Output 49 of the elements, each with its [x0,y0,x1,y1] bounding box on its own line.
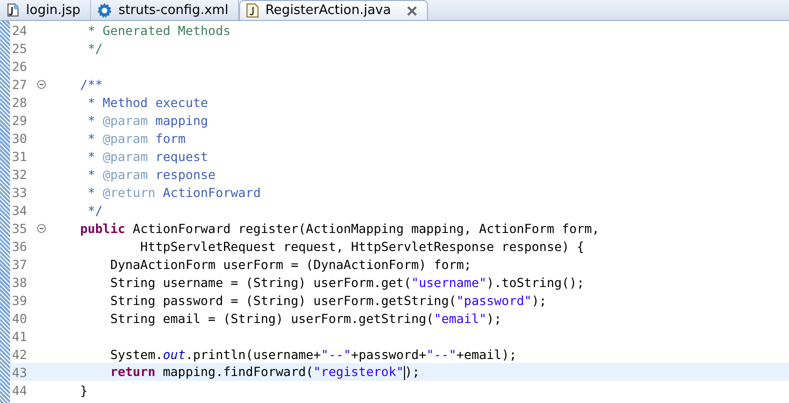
collapse-icon[interactable] [37,224,46,232]
line-number: 37 [11,256,28,272]
line-number: 26 [11,58,28,74]
editor-tab[interactable]: login.jsp [0,0,92,20]
collapse-icon[interactable] [37,80,46,88]
code-line: * @param mapping [86,112,208,128]
line-number: 43 [11,364,28,380]
line-number: 44 [11,382,28,398]
line-number: 33 [11,184,28,200]
code-line: * @param form [86,130,186,146]
line-number: 36 [11,238,28,254]
code-line: * @return ActionForward [86,184,261,200]
code-line: /** [79,76,103,92]
line-number: 31 [11,148,28,164]
gear-icon [97,2,112,18]
code-line: * @param request [86,148,208,164]
editor-tab[interactable]: RegisterAction.java [239,0,428,20]
line-number: 40 [11,310,28,326]
line-number: 29 [11,112,28,128]
editor-tab[interactable]: struts-config.xml [91,0,240,20]
code-line: String password = (String) userForm.getString("password"); [109,292,547,308]
line-number: 35 [11,220,28,236]
code-line: */ [86,40,103,56]
file-icon [6,3,20,17]
line-number: 24 [11,22,28,38]
code-line: * @param response [86,166,216,182]
code-line: * Method execute [86,94,208,110]
code-line: } [79,382,88,398]
line-number: 30 [11,130,28,146]
line-number: 27 [11,76,28,92]
line-number: 32 [11,166,28,182]
code-line: return mapping.findForward("registerok"); [109,364,420,380]
line-number: 39 [11,292,28,308]
java-file-icon [246,3,260,18]
line-number: 34 [11,202,28,218]
code-line: */ [86,202,103,218]
code-line: HttpServletRequest request, HttpServletResponse response) { [139,238,584,254]
code-line: * Generated Methods [86,22,231,38]
line-number: 38 [11,274,28,290]
line-number: 28 [11,94,28,110]
line-number: 41 [11,328,28,344]
line-number: 25 [11,40,28,56]
close-icon[interactable] [406,6,417,16]
line-number: 42 [11,346,28,362]
code-line: System.out.println(username+"--"+password+"--"+email); [109,346,517,362]
code-line: public ActionForward register(ActionMapping mapping, ActionForm form, [79,220,600,236]
code-line: DynaActionForm userForm = (DynaActionForm) form; [109,256,472,272]
code-line: String email = (String) userForm.getString("email"); [109,310,502,326]
code-line: String username = (String) userForm.get("username").toString(); [109,274,584,290]
